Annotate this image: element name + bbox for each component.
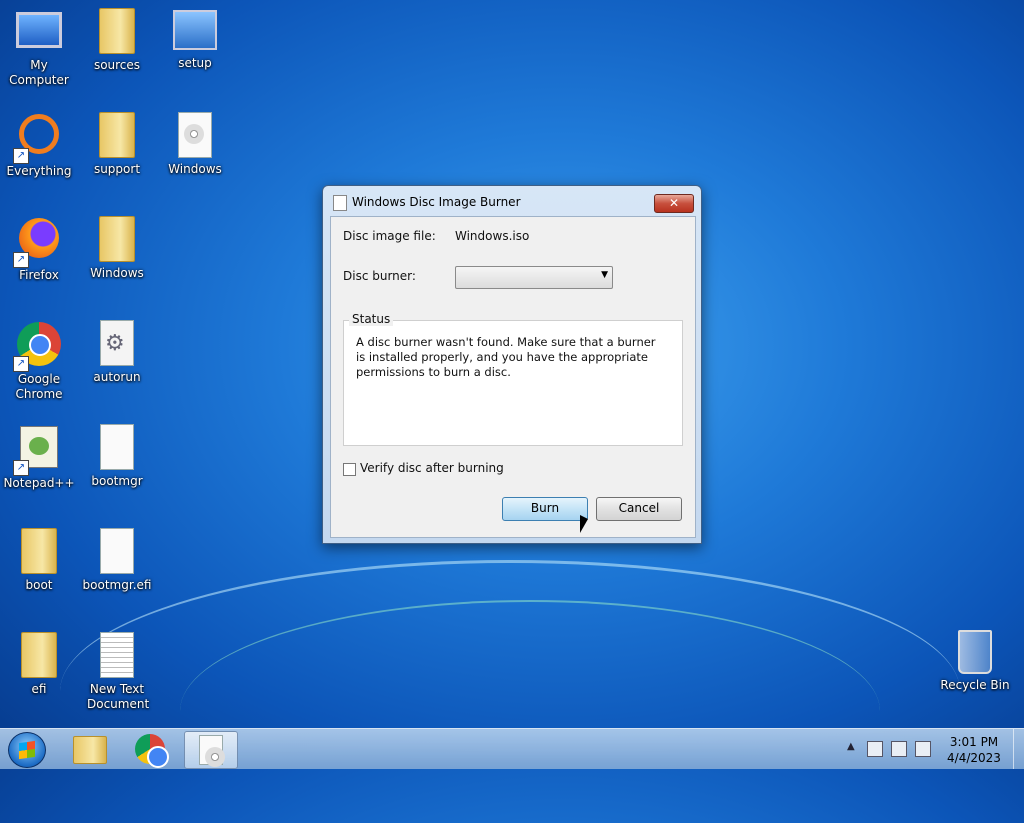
desktop-icon-everything[interactable]: ↗ Everything bbox=[0, 108, 78, 204]
cancel-button[interactable]: Cancel bbox=[596, 497, 682, 521]
disc-burner-app-icon bbox=[333, 195, 347, 211]
status-message: A disc burner wasn't found. Make sure th… bbox=[356, 335, 656, 379]
verify-disc-checkbox[interactable] bbox=[343, 463, 356, 476]
clock[interactable]: 3:01 PM 4/4/2023 bbox=[941, 734, 1007, 766]
icon-label: bootmgr bbox=[91, 474, 143, 488]
firefox-icon: ↗ bbox=[13, 218, 63, 268]
settings-file-icon bbox=[100, 320, 134, 366]
icon-label: New Text Document bbox=[87, 682, 150, 711]
shortcut-arrow-icon: ↗ bbox=[13, 460, 29, 476]
icon-label: efi bbox=[31, 682, 47, 696]
chrome-icon: ↗ bbox=[13, 322, 63, 372]
setup-icon bbox=[173, 10, 217, 50]
desktop-icon-notepad-plus-plus[interactable]: ↗ Notepad++ bbox=[0, 420, 78, 516]
disc-image-file-value: Windows.iso bbox=[455, 229, 530, 243]
folder-icon bbox=[99, 112, 135, 158]
taskbar-disc-image-burner[interactable] bbox=[184, 731, 238, 769]
desktop-icon-windows-iso[interactable]: Windows bbox=[156, 108, 234, 204]
desktop-icon-boot[interactable]: boot bbox=[0, 524, 78, 620]
recycle-bin-icon bbox=[958, 630, 992, 674]
close-button[interactable]: ✕ bbox=[654, 194, 694, 213]
icon-label: support bbox=[93, 162, 141, 176]
text-file-icon bbox=[100, 632, 134, 678]
dialog-titlebar[interactable]: Windows Disc Image Burner ✕ bbox=[323, 186, 701, 216]
folder-icon bbox=[21, 632, 57, 678]
disc-image-icon bbox=[199, 735, 225, 767]
icon-label: Google Chrome bbox=[15, 372, 63, 401]
icon-label: Everything bbox=[6, 164, 72, 178]
desktop-icon-efi[interactable]: efi bbox=[0, 628, 78, 724]
icon-label: autorun bbox=[93, 370, 141, 384]
icon-label: Windows bbox=[168, 162, 222, 176]
shortcut-arrow-icon: ↗ bbox=[13, 148, 29, 164]
clock-time: 3:01 PM bbox=[949, 735, 999, 749]
start-button[interactable] bbox=[8, 732, 46, 768]
disc-burner-label: Disc burner: bbox=[343, 269, 416, 283]
desktop-icon-autorun[interactable]: autorun bbox=[78, 316, 156, 412]
desktop-icon-google-chrome[interactable]: ↗ Google Chrome bbox=[0, 316, 78, 412]
desktop-icon-windows-folder[interactable]: Windows bbox=[78, 212, 156, 308]
status-legend: Status bbox=[349, 312, 394, 326]
action-center-flag-icon[interactable] bbox=[867, 741, 883, 757]
verify-disc-label[interactable]: Verify disc after burning bbox=[360, 461, 504, 475]
icon-label: Firefox bbox=[19, 268, 59, 282]
taskbar-explorer[interactable] bbox=[64, 731, 116, 767]
dialog-title: Windows Disc Image Burner bbox=[352, 195, 521, 209]
desktop-icon-bootmgr-efi[interactable]: bootmgr.efi bbox=[78, 524, 156, 620]
desktop-icon-bootmgr[interactable]: bootmgr bbox=[78, 420, 156, 516]
icon-label: boot bbox=[25, 578, 53, 592]
icon-label: setup bbox=[178, 56, 212, 70]
icon-label: bootmgr.efi bbox=[82, 578, 152, 592]
everything-icon: ↗ bbox=[13, 114, 63, 164]
file-explorer-icon bbox=[73, 736, 107, 764]
taskbar: ▲ 3:01 PM 4/4/2023 bbox=[0, 728, 1024, 769]
taskbar-chrome[interactable] bbox=[124, 731, 176, 768]
windows-logo-icon bbox=[19, 740, 35, 760]
desktop-icon-my-computer[interactable]: My Computer bbox=[0, 4, 78, 100]
desktop-icon-setup[interactable]: setup bbox=[156, 4, 234, 100]
file-icon bbox=[100, 528, 134, 574]
disc-image-icon bbox=[178, 112, 212, 158]
burn-button[interactable]: Burn bbox=[502, 497, 588, 521]
wallpaper-light-sweep bbox=[60, 560, 960, 823]
system-tray: ▲ 3:01 PM 4/4/2023 bbox=[845, 729, 1024, 769]
chevron-down-icon: ▼ bbox=[601, 270, 608, 280]
icon-label: My Computer bbox=[9, 58, 69, 87]
wallpaper-light-sweep-2 bbox=[180, 600, 880, 822]
folder-icon bbox=[99, 8, 135, 54]
disc-burner-dropdown[interactable]: ▼ bbox=[455, 266, 613, 289]
icon-label: Notepad++ bbox=[3, 476, 75, 490]
shortcut-arrow-icon: ↗ bbox=[13, 252, 29, 268]
mouse-pointer-icon bbox=[580, 515, 588, 533]
desktop-icon-new-text-document[interactable]: New Text Document bbox=[78, 628, 156, 724]
status-group: Status A disc burner wasn't found. Make … bbox=[343, 312, 683, 446]
desktop-icon-firefox[interactable]: ↗ Firefox bbox=[0, 212, 78, 308]
computer-icon bbox=[16, 12, 62, 48]
icon-label: Recycle Bin bbox=[940, 678, 1010, 692]
volume-muted-icon[interactable] bbox=[915, 741, 931, 757]
dialog-body: Disc image file: Windows.iso Disc burner… bbox=[330, 216, 696, 538]
desktop-icon-recycle-bin[interactable]: Recycle Bin bbox=[936, 626, 1014, 722]
clock-date: 4/4/2023 bbox=[947, 751, 1001, 765]
show-hidden-icons-icon[interactable]: ▲ bbox=[847, 741, 855, 752]
file-icon bbox=[100, 424, 134, 470]
disc-image-file-label: Disc image file: bbox=[343, 229, 436, 243]
network-icon[interactable] bbox=[891, 741, 907, 757]
show-desktop-button[interactable] bbox=[1013, 729, 1024, 769]
chrome-icon bbox=[135, 734, 169, 768]
disc-image-burner-dialog: Windows Disc Image Burner ✕ Disc image f… bbox=[322, 185, 702, 544]
folder-icon bbox=[21, 528, 57, 574]
icon-label: sources bbox=[93, 58, 141, 72]
icon-label: Windows bbox=[90, 266, 144, 280]
desktop-icon-sources[interactable]: sources bbox=[78, 4, 156, 100]
desktop-icon-support[interactable]: support bbox=[78, 108, 156, 204]
notepad-plus-plus-icon: ↗ bbox=[13, 426, 63, 476]
folder-icon bbox=[99, 216, 135, 262]
shortcut-arrow-icon: ↗ bbox=[13, 356, 29, 372]
